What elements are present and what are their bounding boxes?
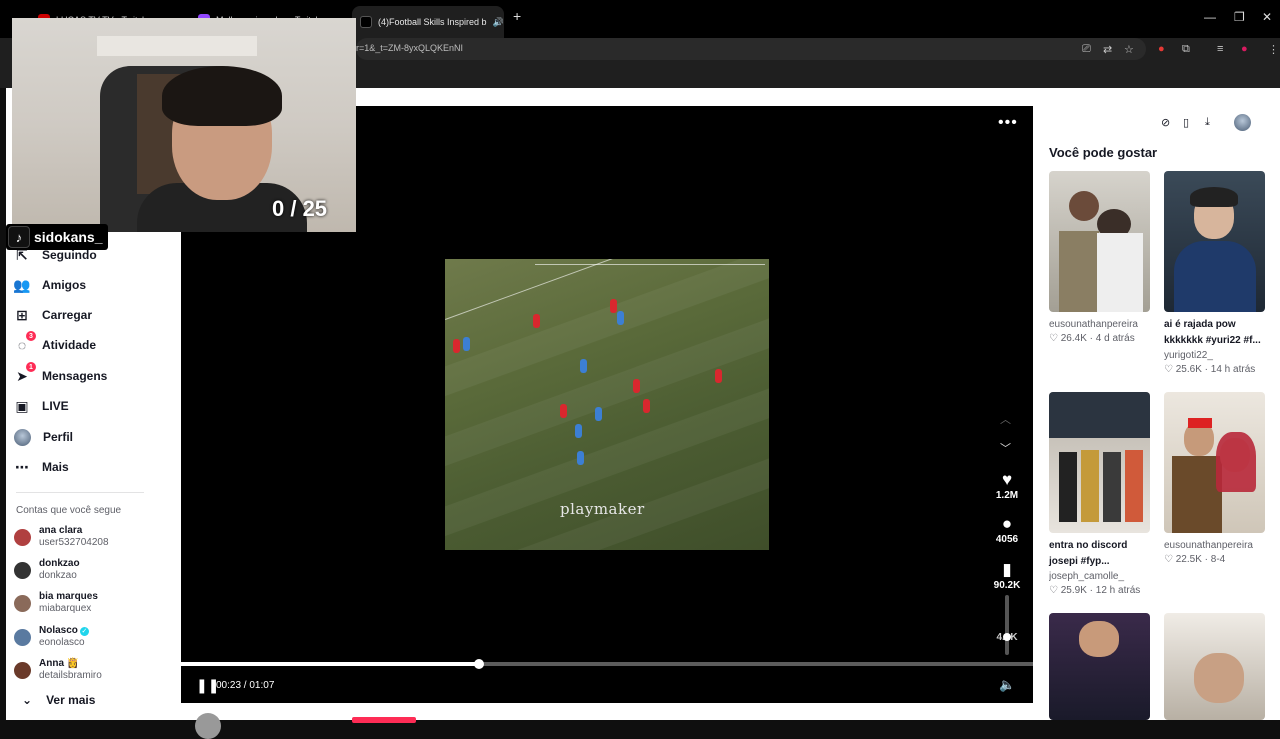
user-avatar[interactable] [1234,114,1251,131]
following-account[interactable]: ana clara user532704208 [14,525,109,549]
card-caption[interactable]: ai é rajada pow kkkkkkk #yuri22 #f... [1164,317,1265,349]
sidebar-item-more[interactable]: ⋯ Mais [14,455,69,479]
see-more-button[interactable]: ⌄ Ver mais [22,693,95,707]
sidebar-item-messages[interactable]: ➤ 1 Mensagens [14,362,107,388]
volume-slider-handle[interactable] [1003,633,1011,641]
card-username[interactable]: eusounathanpereira [1164,539,1265,553]
more-options-icon[interactable]: ••• [998,114,1018,132]
sidebar-item-live[interactable]: ▣ LIVE [14,394,68,418]
video-info-bar [181,703,1033,720]
card-username[interactable]: eusounathanpereira [1049,318,1150,332]
channel-tag: ♪ sidokans_ [6,224,109,250]
restore-icon[interactable]: ❐ [1234,10,1245,24]
heart-outline-icon: ♡ [1164,554,1173,565]
notification-badge: 3 [26,331,36,341]
bookmark-icon: ▮ [1002,560,1012,579]
sidebar-item-activity[interactable]: ◌ 3 Atividade [14,331,96,357]
account-avatar [14,661,31,679]
sidebar-item-friends[interactable]: 👥 Amigos [13,273,86,297]
follow-button[interactable] [352,717,416,723]
recommendations-title: Você pode gostar [1049,145,1158,160]
heart-outline-icon: ♡ [1049,333,1058,344]
messages-icon: ➤ 1 [14,362,36,384]
notification-badge: 1 [26,362,36,372]
next-video-icon[interactable]: ﹀ [1000,440,1011,456]
account-avatar [14,561,31,579]
card-stats: ♡ 22.5K · 8-4 [1164,554,1226,565]
download-icon[interactable]: ⤓ [1205,116,1210,129]
more-icon: ⋯ [15,458,29,475]
activity-icon: ◌ 3 [14,331,36,353]
video-card-thumbnail[interactable] [1164,613,1265,720]
comment-icon: ● [1001,514,1013,533]
following-account[interactable]: bia marques miabarquex [14,591,98,615]
tab-audio-icon: 🔊 [492,16,504,27]
translate-icon[interactable]: ⇄ [1103,43,1112,56]
friends-icon: 👥 [13,276,31,293]
video-card-thumbnail[interactable] [1049,171,1150,312]
bookmark-star-icon[interactable]: ☆ [1124,43,1134,56]
account-avatar [14,594,31,612]
extensions-puzzle-icon[interactable]: ⧉ [1182,43,1190,56]
following-account[interactable]: Anna 👸 detailsbramiro [14,658,102,682]
heart-outline-icon: ♡ [1049,585,1058,596]
profile-icon[interactable]: ● [1241,43,1248,55]
address-bar[interactable]: r=1&_t=ZM-8yxQLQKEnNI [356,38,1146,60]
tiktok-logo-icon: ♪ [8,226,30,248]
profile-avatar [14,428,31,446]
close-window-icon[interactable]: ✕ [1262,10,1272,24]
tiktok-icon [360,16,372,28]
extension-icon[interactable]: ● [1158,43,1165,55]
volume-icon[interactable]: 🔈 [999,677,1015,693]
device-icon[interactable]: ▯ [1183,116,1189,129]
chevron-down-icon: ⌄ [22,693,33,707]
sidebar-divider [16,492,144,493]
card-stats: ♡ 25.6K · 14 h atrás [1164,364,1256,375]
heart-icon: ♥ [1001,470,1013,489]
volume-slider[interactable] [1005,595,1009,655]
browser-menu-icon[interactable]: ⋮ [1268,43,1279,56]
video-card-thumbnail[interactable] [1164,171,1265,312]
account-avatar [14,628,31,646]
card-stats: ♡ 26.4K · 4 d atrás [1049,333,1135,344]
explore-icon[interactable]: ⊘ [1161,116,1170,129]
stream-counter: 0 / 25 [272,196,328,221]
video-watermark: playmaker [560,500,645,518]
following-account[interactable]: donkzao donkzao [14,558,80,582]
reading-list-icon[interactable]: ≡ [1217,43,1223,55]
card-username[interactable]: joseph_camolle_ [1049,570,1150,584]
install-app-icon[interactable]: ⎚ [1082,43,1091,56]
card-caption[interactable]: entra no discord josepi #fyp... [1049,538,1150,570]
sidebar-item-upload[interactable]: ⊞ Carregar [14,303,92,327]
heart-outline-icon: ♡ [1164,364,1173,375]
previous-video-icon[interactable]: ︿ [1000,411,1011,427]
card-stats: ♡ 25.9K · 12 h atrás [1049,585,1141,596]
video-card-thumbnail[interactable] [1164,392,1265,533]
new-tab-button[interactable]: + [513,8,521,24]
upload-icon: ⊞ [16,306,28,323]
verified-icon: ✓ [79,627,89,636]
account-avatar [14,528,31,546]
video-card-thumbnail[interactable] [1049,392,1150,533]
live-icon: ▣ [15,397,29,414]
video-card-thumbnail[interactable] [1049,613,1150,720]
time-display: 00:23 / 01:07 [216,680,275,691]
minimize-icon[interactable]: — [1204,10,1216,24]
following-accounts-title: Contas que você segue [16,505,122,516]
emoji-crown-icon: 👸 [66,658,80,669]
progress-fill [181,662,479,666]
creator-avatar[interactable] [195,713,221,739]
sidebar-item-profile[interactable]: Perfil [14,425,73,449]
following-account[interactable]: Nolasco ✓ eonolasco [14,625,89,649]
card-username[interactable]: yurigoti22_ [1164,349,1265,363]
progress-handle[interactable] [474,659,484,669]
comment-button[interactable]: ● 4056 [990,514,1024,545]
like-button[interactable]: ♥ 1.2M [990,470,1024,501]
browser-tab-active[interactable]: (4)Football Skills Inspired b 🔊 ✕ [352,6,504,38]
save-button[interactable]: ▮ 90.2K [990,560,1024,591]
